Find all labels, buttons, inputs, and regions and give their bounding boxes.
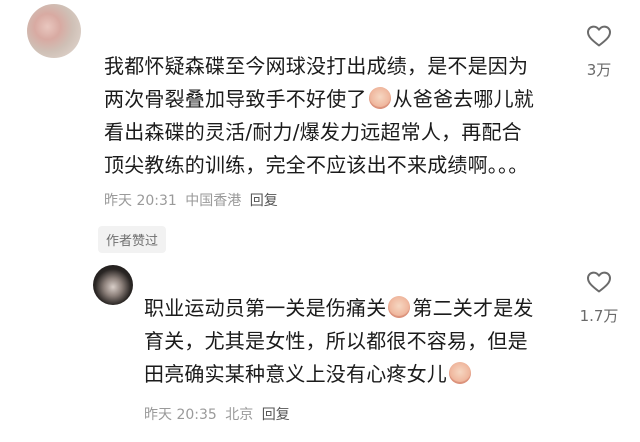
comment-line: 顶尖教练的训练，完全不应该出不来成绩啊。。。 [104, 153, 529, 177]
comment-1-body: 我都怀疑森碟至今网球没打出成绩，是不是因为 两次骨裂叠加导致手不好使了 从爸爸去哪… [104, 50, 564, 182]
comment-text: 第二关才是发 [412, 296, 534, 320]
comment-line: 我都怀疑森碟至今网球没打出成绩，是不是因为 [104, 54, 529, 78]
comment-line: 看出森碟的灵活/耐力/爆发力远超常人，再配合 [104, 120, 522, 144]
crying-face-emoji [368, 87, 391, 109]
like-count: 1.7万 [579, 307, 619, 325]
comment-location: 北京 [225, 407, 254, 423]
comment-2-body: 职业运动员第一关是伤痛关 第二关才是发 育关，尤其是女性，所以都很不容易，但是 田… [144, 292, 584, 391]
comment-line: 田亮确实某种意义上没有心疼女儿 [144, 358, 584, 391]
comment-time: 昨天 20:35 [144, 407, 217, 423]
like-count: 3万 [586, 61, 612, 79]
comment-text: 田亮确实某种意义上没有心疼女儿 [144, 362, 447, 386]
comment-line: 职业运动员第一关是伤痛关 第二关才是发 [144, 292, 584, 325]
comment-text: 从爸爸去哪儿就 [392, 87, 535, 111]
comment-text: 职业运动员第一关是伤痛关 [144, 296, 387, 320]
peach-face-emoji [388, 296, 411, 318]
comment-location: 中国香港 [185, 193, 242, 209]
comment-line: 两次骨裂叠加导致手不好使了 从爸爸去哪儿就 [104, 83, 564, 116]
peach-face-emoji [449, 362, 471, 384]
author-liked-badge: 作者赞过 [98, 226, 167, 253]
comment-1-meta: 昨天 20:31 中国香港 回复 [104, 190, 278, 210]
heart-outline-icon[interactable] [586, 270, 612, 294]
reply-button[interactable]: 回复 [262, 407, 290, 423]
heart-outline-icon[interactable] [586, 24, 612, 48]
comment-line: 育关，尤其是女性，所以都很不容易，但是 [144, 329, 528, 353]
reply-button[interactable]: 回复 [250, 193, 278, 209]
comment-text: 两次骨裂叠加导致手不好使了 [104, 87, 367, 111]
comment-2-meta: 昨天 20:35 北京 回复 [144, 404, 290, 424]
avatar[interactable] [93, 265, 133, 305]
avatar[interactable] [27, 4, 81, 58]
comment-time: 昨天 20:31 [104, 193, 177, 209]
